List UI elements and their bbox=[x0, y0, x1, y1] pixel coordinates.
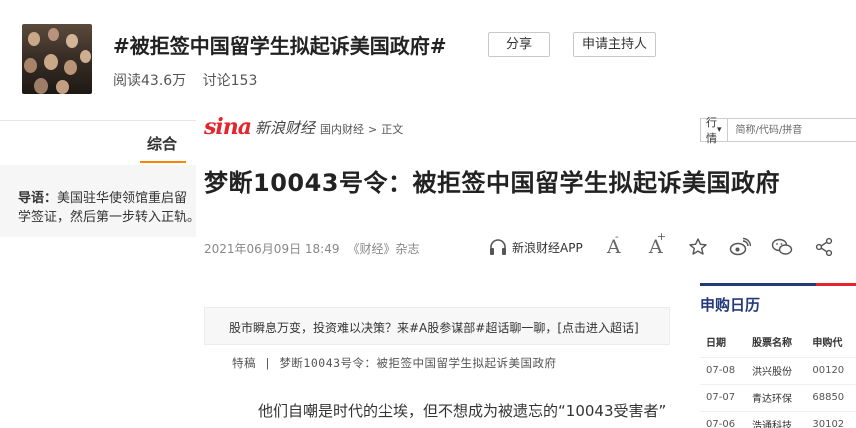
wechat-icon[interactable] bbox=[769, 234, 795, 260]
topic-thumbnail bbox=[22, 24, 92, 94]
ipo-date: 07-06 bbox=[700, 411, 746, 428]
headphones-icon bbox=[488, 238, 508, 256]
article-lede: 他们自嘲是时代的尘埃，但不想成为被遗忘的“10043受害者” bbox=[258, 402, 667, 420]
publish-date: 2021年06月09日 18:49 bbox=[204, 242, 340, 256]
article-meta: 2021年06月09日 18:49 《财经》杂志 bbox=[204, 240, 420, 257]
apply-host-button[interactable]: 申请主持人 bbox=[573, 32, 656, 57]
topic-tabbar: 综合 bbox=[0, 120, 200, 164]
ipo-code: 00120 bbox=[806, 357, 856, 385]
topic-lead: 导语：美国驻华使领馆重启留学签证，然后第一步转入正轨。 bbox=[18, 189, 200, 227]
quote-type-value: 行情 bbox=[706, 116, 717, 145]
share-button[interactable]: 分享 bbox=[488, 32, 550, 57]
chevron-down-icon: ▾ bbox=[717, 125, 722, 135]
special-title: 梦断10043号令：被拒签中国留学生拟起诉美国政府 bbox=[279, 356, 557, 370]
font-increase-icon[interactable]: A + bbox=[643, 231, 669, 260]
article-source[interactable]: 《财经》杂志 bbox=[347, 242, 419, 256]
ipo-table: 日期 股票名称 申购代 07-08 洪兴股份 00120 07-07 青达环保 … bbox=[700, 327, 856, 428]
read-count: 阅读43.6万 bbox=[113, 73, 187, 89]
ipo-stock-name[interactable]: 浩通科技 bbox=[746, 411, 807, 428]
article-toolbar: 新浪财经APP A- A + bbox=[488, 231, 853, 260]
promo-text: 股市瞬息万变，投资难以决策？来#A股参谋部#超话聊一聊，[点击进入超话] bbox=[229, 321, 639, 335]
ipo-header-row: 日期 股票名称 申购代 bbox=[700, 327, 856, 358]
font-decrease-icon[interactable]: A- bbox=[601, 231, 627, 260]
quote-search-input[interactable] bbox=[727, 119, 856, 141]
quote-type-select[interactable]: 行情 ▾ bbox=[701, 116, 728, 145]
topic-stats: 阅读43.6万 讨论153 bbox=[113, 70, 269, 90]
special-tag: 特稿 bbox=[232, 356, 256, 370]
article-panel: sina 新浪财经 国内财经 >正文 行情 ▾ 梦断10043号令：被拒签中国留学… bbox=[196, 100, 856, 428]
ipo-calendar: 申购日历 日期 股票名称 申购代 07-08 洪兴股份 00120 07-07 … bbox=[700, 283, 856, 428]
ipo-stock-name[interactable]: 青达环保 bbox=[746, 384, 807, 412]
ipo-code: 30102 bbox=[806, 411, 856, 428]
ipo-date: 07-07 bbox=[700, 384, 746, 412]
app-label: 新浪财经APP bbox=[512, 240, 583, 255]
ipo-header-date: 日期 bbox=[700, 327, 746, 358]
ipo-header-name: 股票名称 bbox=[746, 327, 807, 358]
ipo-row[interactable]: 07-06 浩通科技 30102 bbox=[700, 411, 856, 428]
app-download-link[interactable]: 新浪财经APP bbox=[488, 238, 601, 256]
star-icon[interactable] bbox=[685, 234, 711, 260]
discuss-count[interactable]: 讨论153 bbox=[203, 73, 258, 89]
share-icon[interactable] bbox=[811, 234, 837, 260]
breadcrumb-body: 正文 bbox=[381, 123, 404, 136]
logo-sub-text: 新浪财经 bbox=[255, 119, 316, 137]
ipo-row[interactable]: 07-07 青达环保 68850 bbox=[700, 384, 856, 412]
ipo-row[interactable]: 07-08 洪兴股份 00120 bbox=[700, 357, 856, 385]
special-report-line: 特稿 | 梦断10043号令：被拒签中国留学生拟起诉美国政府 bbox=[232, 355, 557, 371]
ipo-rule bbox=[700, 283, 856, 286]
promo-banner[interactable]: 股市瞬息万变，投资难以决策？来#A股参谋部#超话聊一聊，[点击进入超话] bbox=[204, 307, 670, 345]
ipo-code: 68850 bbox=[806, 384, 856, 412]
quote-search: 行情 ▾ bbox=[700, 116, 856, 145]
special-separator: | bbox=[264, 356, 272, 370]
weibo-icon[interactable] bbox=[727, 234, 753, 260]
lead-label: 导语： bbox=[18, 191, 58, 206]
topic-title: #被拒签中国留学生拟起诉美国政府# bbox=[113, 34, 447, 58]
breadcrumb: 国内财经 > 正文 bbox=[320, 121, 403, 137]
sina-finance-logo[interactable]: sina 新浪财经 bbox=[204, 114, 315, 140]
ipo-stock-name[interactable]: 洪兴股份 bbox=[746, 357, 807, 385]
ipo-date: 07-08 bbox=[700, 357, 746, 385]
tab-underline bbox=[140, 161, 186, 163]
tab-comprehensive[interactable]: 综合 bbox=[147, 133, 177, 154]
article-headline: 梦断10043号令：被拒签中国留学生拟起诉美国政府 bbox=[204, 169, 780, 197]
ipo-header-code: 申购代 bbox=[806, 327, 856, 358]
topic-lead-box: 导语：美国驻华使领馆重启留学签证，然后第一步转入正轨。 bbox=[0, 165, 200, 237]
ipo-calendar-title[interactable]: 申购日历 bbox=[700, 294, 856, 315]
logo-sina-text: sina bbox=[204, 114, 252, 140]
breadcrumb-domestic[interactable]: 国内财经 bbox=[320, 123, 364, 136]
breadcrumb-separator: > bbox=[368, 123, 378, 136]
